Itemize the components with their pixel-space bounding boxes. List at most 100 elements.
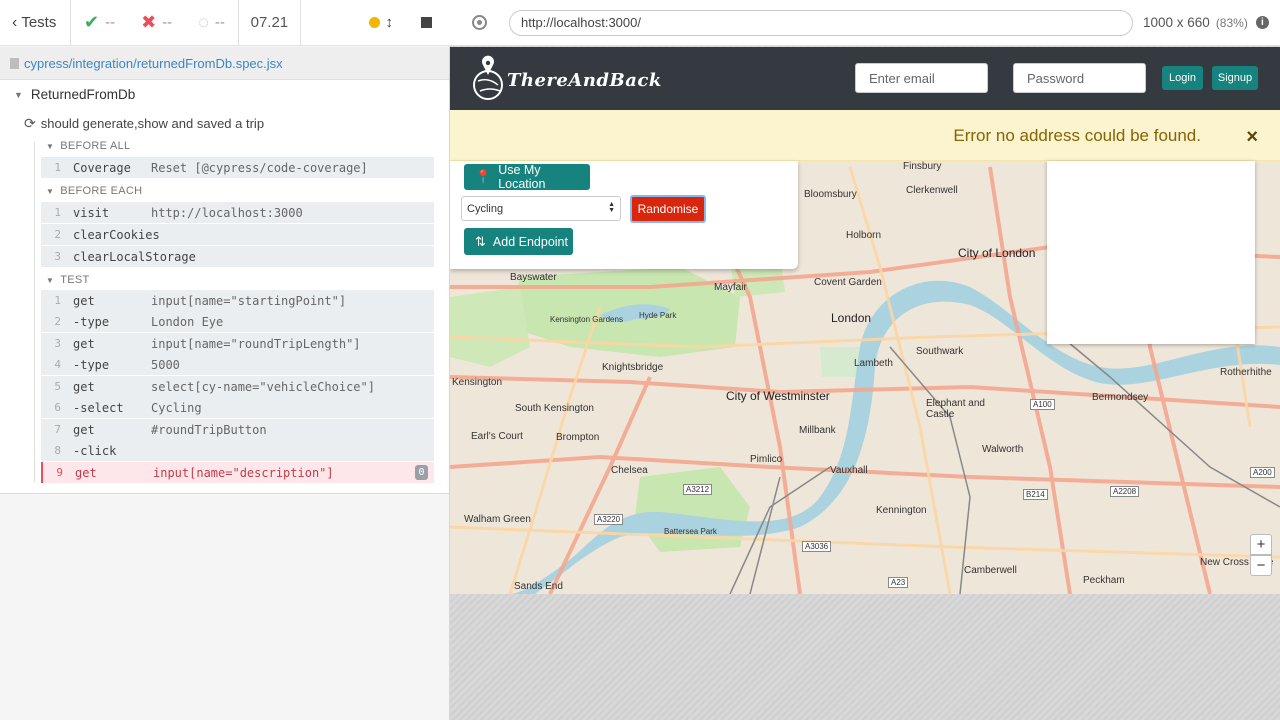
road-shield: A100 xyxy=(1030,399,1055,410)
hook-label: BEFORE EACH xyxy=(60,185,143,197)
file-icon xyxy=(10,57,19,69)
command-number: 3 xyxy=(54,250,61,263)
command-number: 1 xyxy=(54,161,61,174)
cypress-runner-panel: ‹ Tests ✔ -- ✖ -- ◌ -- 07.21 ↕ cypress/i… xyxy=(0,0,450,720)
hook-label: TEST xyxy=(60,274,90,286)
url-display: http://localhost:3000/ xyxy=(509,9,1133,36)
command-number: 3 xyxy=(54,337,61,350)
check-icon: ✔ xyxy=(84,12,100,32)
command-number: 6 xyxy=(54,401,61,414)
map-label: Peckham xyxy=(1083,575,1125,586)
command-row[interactable]: 1 Coverage Reset [@cypress/code-coverage… xyxy=(41,157,434,178)
command-row[interactable]: 5 get select[cy-name="vehicleChoice"] xyxy=(41,376,434,397)
select-arrows-icon: ▲ ▼ xyxy=(608,201,615,214)
map-label: Walworth xyxy=(982,444,1024,455)
email-input[interactable]: Enter email xyxy=(855,63,988,93)
add-endpoint-button[interactable]: ⇅ Add Endpoint xyxy=(464,228,573,255)
command-row[interactable]: 3 get input[name="roundTripLength"] xyxy=(41,333,434,354)
command-arg: input[name="startingPoint"] xyxy=(151,293,347,308)
use-location-label: Use My Location xyxy=(498,163,546,191)
command-row[interactable]: 4 -type 5000 xyxy=(41,354,434,375)
swap-vertical-icon: ⇅ xyxy=(475,233,486,249)
map-label: Earl's Court xyxy=(471,431,523,442)
refresh-icon: ⟳ xyxy=(24,115,36,131)
globe-pin-logo-icon[interactable] xyxy=(468,55,504,101)
close-icon[interactable]: × xyxy=(1246,126,1258,149)
command-name: clearLocalStorage xyxy=(73,249,196,264)
hook-header-before-all[interactable]: ▼ BEFORE ALL xyxy=(46,140,130,152)
running-indicator-icon xyxy=(368,17,380,28)
selector-playground-icon[interactable] xyxy=(472,15,487,30)
hook-header-before-each[interactable]: ▼ BEFORE EACH xyxy=(46,185,142,197)
caret-down-icon: ▼ xyxy=(46,142,55,151)
hook-guide-line xyxy=(34,142,35,482)
failed-command-row[interactable]: 9 get input[name="description"] 0 xyxy=(41,462,434,483)
map-label: Battersea Park xyxy=(664,527,717,536)
tests-button[interactable]: ‹ Tests xyxy=(0,0,71,46)
map-label: Bayswater xyxy=(510,272,557,283)
map-label: Bloomsbury xyxy=(804,189,857,200)
command-row[interactable]: 1 get input[name="startingPoint"] xyxy=(41,290,434,311)
command-row[interactable]: 6 -select Cycling xyxy=(41,397,434,418)
login-button[interactable]: Login xyxy=(1162,66,1203,90)
command-name: -type xyxy=(73,357,110,372)
command-name: -select xyxy=(73,400,124,415)
randomise-button[interactable]: Randomise xyxy=(630,195,706,223)
command-arg: 5000 xyxy=(151,357,180,372)
command-row[interactable]: 8 -click xyxy=(41,440,434,461)
command-row[interactable]: 3 clearLocalStorage xyxy=(41,246,434,267)
map-label: Clerkenwell xyxy=(906,185,958,196)
hook-header-test[interactable]: ▼ TEST xyxy=(46,274,90,286)
map-label: Camberwell xyxy=(964,565,1017,576)
pending-stat: ◌ -- xyxy=(185,0,239,46)
zoom-in-button[interactable]: + xyxy=(1250,534,1272,555)
map-label: Finsbury xyxy=(903,161,942,172)
map-label: City of London xyxy=(958,246,1036,260)
map-label: London xyxy=(831,311,872,325)
command-name: visit xyxy=(73,205,110,220)
command-row[interactable]: 1 visit http://localhost:3000 xyxy=(41,202,434,223)
stop-icon[interactable] xyxy=(421,17,432,28)
vehicle-choice-select[interactable]: Cycling ▲ ▼ xyxy=(461,196,621,221)
road-shield: A23 xyxy=(888,577,909,588)
command-number: 9 xyxy=(56,466,63,479)
suite-title[interactable]: ▼ ReturnedFromDb xyxy=(14,87,135,102)
signup-button[interactable]: Signup xyxy=(1212,66,1258,90)
caret-down-icon: ▼ xyxy=(46,276,55,285)
map-label: Bermondsey xyxy=(1092,392,1149,403)
command-name: get xyxy=(75,465,97,480)
map-label: Vauxhall xyxy=(830,465,868,476)
command-name: -type xyxy=(73,314,110,329)
error-alert: Error no address could be found. × xyxy=(450,110,1280,161)
road-shield: B214 xyxy=(1023,489,1048,500)
map-label: Southwark xyxy=(916,346,964,357)
element-count-badge: 0 xyxy=(415,465,428,480)
hook-label: BEFORE ALL xyxy=(60,140,131,152)
passed-stat: ✔ -- xyxy=(71,0,128,46)
cross-icon: ✖ xyxy=(141,12,157,32)
map-label: Kensington xyxy=(452,377,503,388)
command-number: 8 xyxy=(54,444,61,457)
route-details-panel xyxy=(1047,161,1255,344)
command-row[interactable]: 7 get #roundTripButton xyxy=(41,419,434,440)
command-row[interactable]: 2 clearCookies xyxy=(41,224,434,245)
command-log: ▼ ReturnedFromDb ⟳ should generate,show … xyxy=(0,80,449,494)
failed-stat: ✖ -- xyxy=(128,0,185,46)
brand-name[interactable]: ThereAndBack xyxy=(507,70,662,91)
info-icon[interactable]: i xyxy=(1255,16,1269,29)
zoom-out-button[interactable]: − xyxy=(1250,555,1272,576)
autoscroll-toggle-icon[interactable]: ↕ xyxy=(386,14,394,31)
map-label: Covent Garden xyxy=(814,277,882,288)
failed-count: -- xyxy=(162,14,173,31)
viewport-size: 1000 x 660 xyxy=(1143,15,1210,30)
map-label: South Kensington xyxy=(515,403,594,414)
password-input[interactable]: Password xyxy=(1013,63,1146,93)
command-row[interactable]: 2 -type London Eye xyxy=(41,311,434,332)
map-label: Walham Green xyxy=(464,514,531,525)
use-my-location-button[interactable]: 📍 Use My Location xyxy=(464,163,590,191)
spec-path-link[interactable]: cypress/integration/returnedFromDb.spec.… xyxy=(24,56,283,71)
test-title[interactable]: ⟳ should generate,show and saved a trip xyxy=(24,115,264,132)
aut-url-bar: http://localhost:3000/ 1000 x 660 (83%) … xyxy=(450,0,1280,46)
passed-count: -- xyxy=(105,14,116,31)
tests-label: Tests xyxy=(21,14,57,31)
